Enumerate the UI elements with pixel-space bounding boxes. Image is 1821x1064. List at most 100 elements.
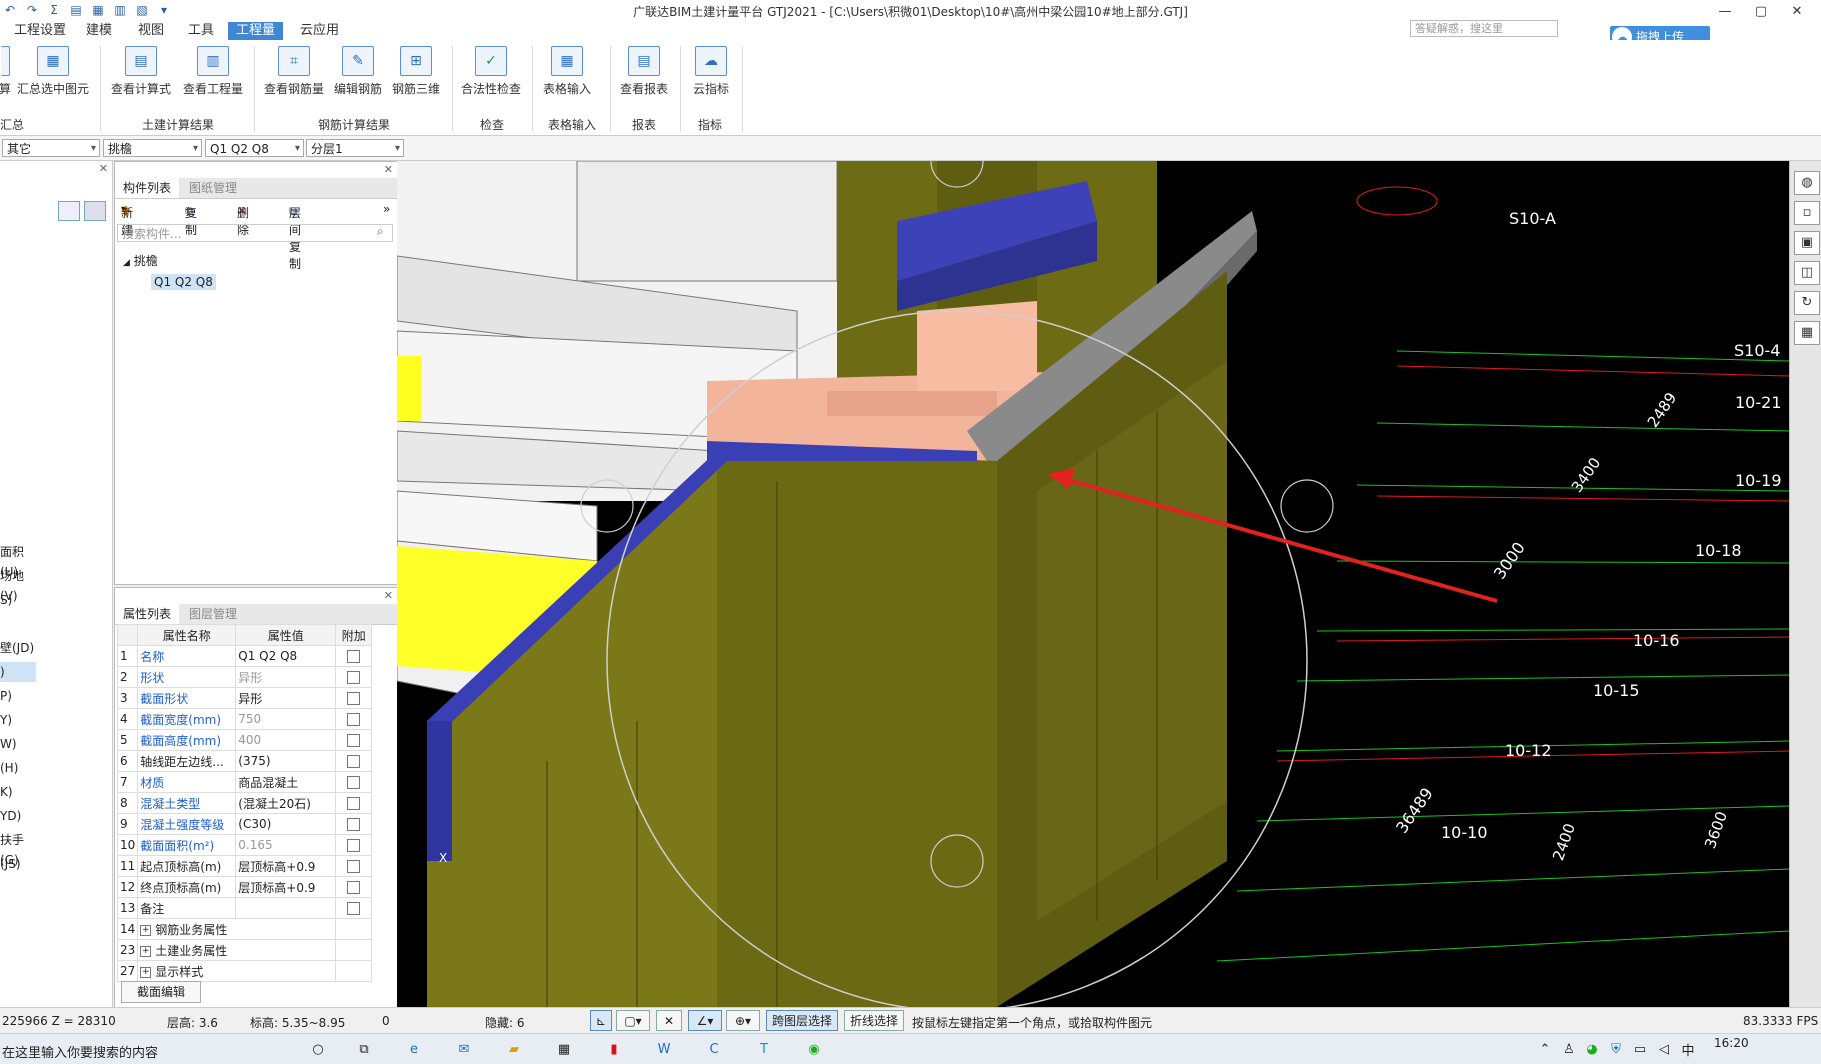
table-row[interactable]: 10 截面面积(m²) 0.165 bbox=[116, 834, 373, 856]
new-button[interactable]: ✚ 新建 ▾ bbox=[121, 202, 133, 237]
close-icon[interactable]: ✕ bbox=[99, 162, 108, 175]
property-value[interactable]: 0.165 bbox=[235, 834, 337, 856]
nav-item[interactable]: YD) bbox=[0, 806, 36, 826]
attach-checkbox[interactable] bbox=[347, 671, 361, 684]
nav-item[interactable]: (H) bbox=[0, 758, 36, 778]
table-row[interactable]: 8 混凝土类型 (混凝土20石) bbox=[116, 792, 373, 814]
section-edit-button[interactable]: 截面编辑 bbox=[121, 981, 201, 1003]
rebar-3d-button[interactable]: ⊞ 钢筋三维 bbox=[390, 46, 442, 104]
nav-item[interactable]: 壁(JD) bbox=[0, 638, 36, 658]
validity-check-button[interactable]: ✓ 合法性检查 bbox=[458, 46, 524, 104]
ortho-icon[interactable]: ⊾ bbox=[590, 1010, 612, 1031]
table-row[interactable]: 12 终点顶标高(m) 层顶标高+0.9 bbox=[116, 876, 373, 898]
table-row[interactable]: 27 + 显示样式 bbox=[116, 960, 373, 982]
property-value[interactable] bbox=[235, 897, 337, 919]
table-row[interactable]: 23 + 土建业务属性 bbox=[116, 939, 373, 961]
tray-shield-icon[interactable]: ⛨ bbox=[1604, 1038, 1628, 1060]
attach-checkbox[interactable] bbox=[347, 881, 361, 894]
tray-app-icon[interactable]: ◕ bbox=[1580, 1038, 1604, 1060]
table-row[interactable]: 14 + 钢筋业务属性 bbox=[116, 918, 373, 940]
attach-checkbox[interactable] bbox=[347, 650, 361, 663]
angle-icon[interactable]: ∠▾ bbox=[688, 1010, 722, 1031]
tree-root[interactable]: ◢ 挑檐 bbox=[123, 252, 158, 269]
cross-layer-select-button[interactable]: 跨图层选择 bbox=[766, 1010, 838, 1031]
card-view-icon[interactable] bbox=[84, 201, 106, 221]
nav-item[interactable]: 扶手(G) bbox=[0, 830, 36, 867]
table-row[interactable]: 6 轴线距左边线... (375) bbox=[116, 750, 373, 772]
table-row[interactable]: 11 起点顶标高(m) 层顶标高+0.9 bbox=[116, 855, 373, 877]
3d-view-icon[interactable]: ▣ bbox=[1794, 231, 1820, 255]
maximize-button[interactable]: ▢ bbox=[1743, 0, 1779, 22]
table-row[interactable]: 2 形状 异形 bbox=[116, 666, 373, 688]
wechat-icon[interactable]: ◉ bbox=[802, 1038, 826, 1060]
type-combo[interactable]: 其它 bbox=[2, 139, 100, 158]
nav-item[interactable]: 场地(V) bbox=[0, 566, 36, 603]
snap-icon[interactable]: ▢▾ bbox=[616, 1010, 650, 1031]
text-app-icon[interactable]: T bbox=[752, 1038, 776, 1060]
tab-cloud[interactable]: 云应用 bbox=[292, 22, 347, 40]
component-combo[interactable]: Q1 Q2 Q8 bbox=[205, 139, 304, 158]
close-icon[interactable]: ✕ bbox=[384, 163, 393, 176]
clock-time[interactable]: 16:20 bbox=[1714, 1036, 1749, 1050]
more-icon[interactable]: » bbox=[383, 202, 390, 216]
summarize-selected-button[interactable]: ▦ 汇总选中图元 bbox=[16, 46, 90, 104]
tab-component-list[interactable]: 构件列表 bbox=[115, 178, 180, 198]
3d-viewport[interactable]: S10-A S10-4 10-21 10-19 10-18 10-16 10-1… bbox=[397, 161, 1789, 1007]
attach-checkbox[interactable] bbox=[347, 818, 361, 831]
layer-view-icon[interactable]: ▦ bbox=[1794, 321, 1820, 345]
mail-icon[interactable]: ✉ bbox=[452, 1038, 476, 1060]
nav-item[interactable]: S) bbox=[0, 590, 36, 610]
attach-checkbox[interactable] bbox=[347, 839, 361, 852]
property-value[interactable]: (C30) bbox=[235, 813, 337, 835]
view-formula-button[interactable]: ▤ 查看计算式 bbox=[108, 46, 174, 104]
task-view-icon[interactable]: ⧉ bbox=[352, 1038, 376, 1060]
table-row[interactable]: 13 备注 bbox=[116, 897, 373, 919]
search-icon[interactable]: ⌕ bbox=[377, 224, 384, 239]
help-search-input[interactable]: 答疑解惑，搜这里 bbox=[1410, 20, 1558, 37]
word-icon[interactable]: W bbox=[652, 1038, 676, 1060]
expand-icon[interactable]: + bbox=[140, 924, 152, 936]
attach-checkbox[interactable] bbox=[347, 797, 361, 810]
nav-item[interactable]: (JS) bbox=[0, 854, 36, 874]
component-search-input[interactable]: 搜索构件... bbox=[117, 224, 393, 242]
property-value[interactable]: Q1 Q2 Q8 bbox=[235, 645, 337, 667]
cad-app-icon[interactable]: C bbox=[702, 1038, 726, 1060]
layer-combo[interactable]: 分层1 bbox=[306, 139, 404, 158]
box-view-icon[interactable]: ◫ bbox=[1794, 261, 1820, 285]
view-quantity-button[interactable]: ▥ 查看工程量 bbox=[180, 46, 246, 104]
attach-checkbox[interactable] bbox=[347, 755, 361, 768]
tab-project-settings[interactable]: 工程设置 bbox=[6, 22, 74, 40]
expand-icon[interactable]: + bbox=[140, 966, 152, 978]
collapse-icon[interactable]: ◢ bbox=[123, 258, 130, 268]
tab-quantities[interactable]: 工程量 bbox=[228, 22, 284, 40]
property-value[interactable]: 750 bbox=[235, 708, 337, 730]
cancel-icon[interactable]: ✕ bbox=[656, 1010, 682, 1031]
tab-drawing-management[interactable]: 图纸管理 bbox=[181, 178, 245, 198]
tray-person-icon[interactable]: ♙ bbox=[1557, 1038, 1581, 1060]
nav-item[interactable]: W) bbox=[0, 734, 36, 754]
dynamic-view-icon[interactable]: ◍ bbox=[1794, 171, 1820, 195]
cortana-icon[interactable]: ○ bbox=[306, 1038, 330, 1060]
calculator-icon[interactable]: ▦ bbox=[552, 1038, 576, 1060]
property-value[interactable]: (375) bbox=[235, 750, 337, 772]
table-row[interactable]: 5 截面高度(mm) 400 bbox=[116, 729, 373, 751]
attach-checkbox[interactable] bbox=[347, 713, 361, 726]
edit-rebar-button[interactable]: ✎ 编辑钢筋 bbox=[332, 46, 384, 104]
property-value[interactable]: 层顶标高+0.9 bbox=[235, 876, 337, 898]
property-value[interactable]: 商品混凝土 bbox=[235, 771, 337, 793]
nav-item[interactable]: P) bbox=[0, 686, 36, 706]
nav-item[interactable]: Y) bbox=[0, 710, 36, 730]
list-view-icon[interactable] bbox=[58, 201, 80, 221]
table-row[interactable]: 3 截面形状 异形 bbox=[116, 687, 373, 709]
tab-view[interactable]: 视图 bbox=[130, 22, 172, 40]
view-rebar-button[interactable]: ⌗ 查看钢筋量 bbox=[262, 46, 326, 104]
tab-layer-management[interactable]: 图层管理 bbox=[181, 604, 245, 624]
edge-icon[interactable]: e bbox=[402, 1038, 426, 1060]
calc-button[interactable]: 算 bbox=[0, 46, 12, 104]
close-button[interactable]: ✕ bbox=[1779, 0, 1815, 22]
attach-checkbox[interactable] bbox=[347, 776, 361, 789]
table-row[interactable]: 4 截面宽度(mm) 750 bbox=[116, 708, 373, 730]
attach-checkbox[interactable] bbox=[347, 860, 361, 873]
nav-item[interactable]: K) bbox=[0, 782, 36, 802]
taskbar-search-input[interactable]: 在这里输入你要搜索的内容 bbox=[2, 1042, 158, 1061]
